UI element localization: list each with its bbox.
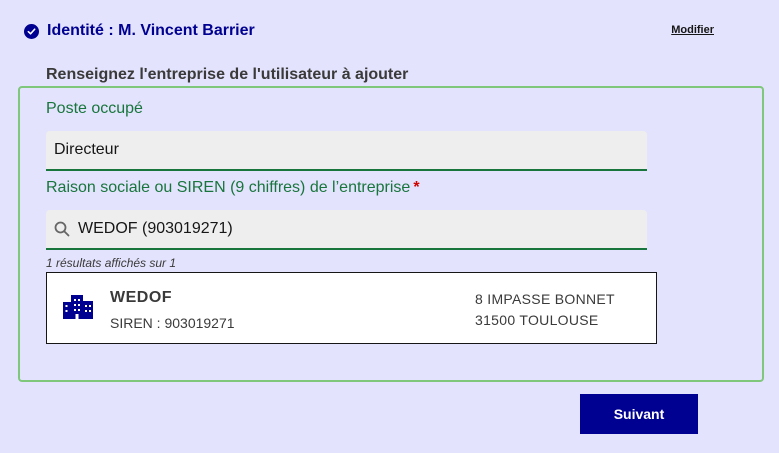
position-input[interactable]: Directeur [46,131,647,171]
position-input-value: Directeur [54,141,119,158]
company-address-line1: 8 IMPASSE BONNET [475,291,615,307]
company-label-text: Raison sociale ou SIREN (9 chiffres) de … [46,179,411,196]
next-button[interactable]: Suivant [580,394,698,434]
identity-title: Identité : M. Vincent Barrier [47,22,255,39]
company-result-card[interactable]: WEDOF SIREN : 903019271 8 IMPASSE BONNET… [46,272,657,344]
position-label: Poste occupé [46,100,143,117]
company-search-value: WEDOF (903019271) [78,220,233,237]
company-name: WEDOF [110,289,173,306]
modify-link[interactable]: Modifier [671,24,714,36]
company-search-input[interactable]: WEDOF (903019271) [46,210,647,250]
company-label: Raison sociale ou SIREN (9 chiffres) de … [46,179,420,197]
section-heading: Renseignez l'entreprise de l'utilisateur… [46,66,409,83]
company-address-line2: 31500 TOULOUSE [475,312,599,328]
results-count: 1 résultats affichés sur 1 [46,256,177,270]
building-icon [63,295,93,324]
identity-row: Identité : M. Vincent Barrier Modifier [24,20,714,42]
required-marker: * [413,179,420,196]
company-siren: SIREN : 903019271 [110,315,235,331]
check-circle-icon [24,23,39,39]
search-icon [54,221,70,237]
